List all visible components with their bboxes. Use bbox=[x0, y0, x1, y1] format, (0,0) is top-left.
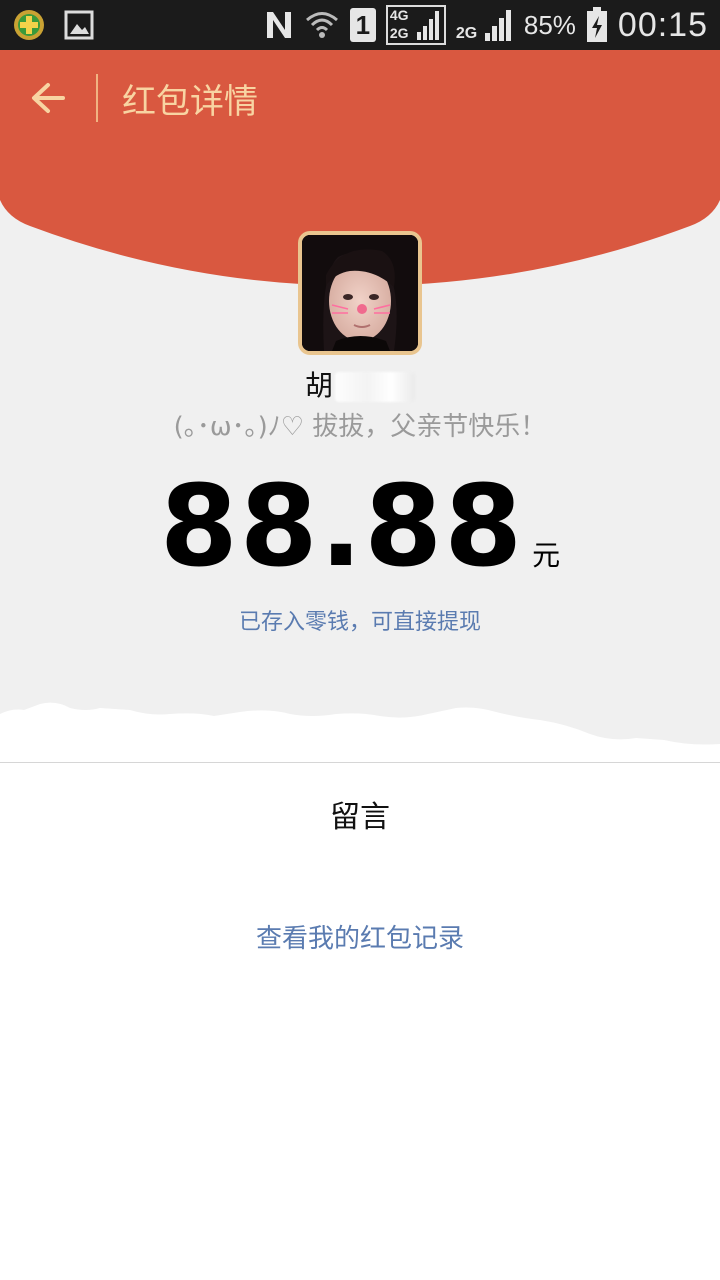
sender-name: 胡 bbox=[0, 364, 720, 404]
signal-2g-icon: 2G bbox=[456, 5, 514, 45]
battery-charging-icon bbox=[586, 7, 608, 43]
name-redaction bbox=[335, 372, 415, 402]
section-divider bbox=[0, 762, 720, 763]
amount-row: 88.88 元 bbox=[0, 462, 720, 592]
wifi-icon bbox=[304, 8, 340, 42]
app-plus-icon bbox=[12, 8, 46, 42]
red-packet-detail-screen: 1 4G 2G 2G 85% 00:15 红包详情 胡 (｡･ω･｡)ﾉ♡ 拔拔… bbox=[0, 0, 720, 1280]
torn-paper-edge bbox=[0, 702, 720, 770]
signal-icon: 4G 2G bbox=[385, 5, 446, 45]
message-label: 留言 bbox=[330, 800, 390, 835]
packet-amount: 88.88 bbox=[159, 462, 525, 592]
stored-to-balance-link[interactable]: 已存入零钱，可直接提现 bbox=[0, 604, 720, 636]
sender-avatar[interactable] bbox=[298, 231, 422, 355]
arrow-left-icon bbox=[30, 82, 66, 114]
status-bar: 1 4G 2G 2G 85% 00:15 bbox=[0, 0, 720, 50]
battery-percent: 85% bbox=[523, 9, 576, 40]
status-time: 00:15 bbox=[617, 5, 708, 44]
page-title: 红包详情 bbox=[122, 81, 258, 122]
back-button[interactable] bbox=[0, 50, 96, 146]
view-records-link[interactable]: 查看我的红包记录 bbox=[0, 918, 720, 955]
nav-divider bbox=[96, 74, 98, 122]
currency-unit: 元 bbox=[532, 539, 561, 572]
sim-icon: 1 bbox=[349, 8, 376, 42]
lower-panel bbox=[0, 762, 720, 1280]
gallery-icon bbox=[64, 10, 94, 40]
nfc-icon bbox=[264, 8, 294, 42]
nav-bar: 红包详情 bbox=[0, 50, 720, 146]
greeting-message: (｡･ω･｡)ﾉ♡ 拔拔，父亲节快乐！ bbox=[173, 412, 547, 442]
